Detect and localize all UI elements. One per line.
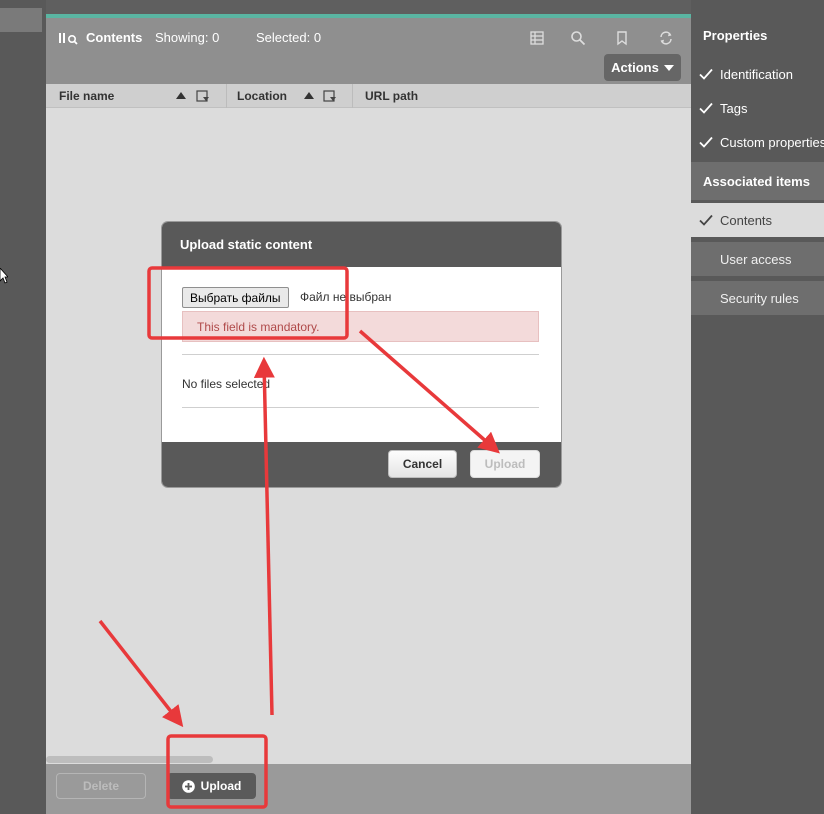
column-label: File name	[59, 89, 115, 103]
upload-button[interactable]: Upload	[167, 773, 256, 799]
column-divider[interactable]	[226, 84, 227, 108]
column-url-path[interactable]: URL path	[365, 84, 418, 108]
dialog-title: Upload static content	[180, 237, 313, 252]
delete-button[interactable]: Delete	[56, 773, 146, 799]
title-text: Contents	[86, 30, 143, 45]
dialog-body: Выбрать файлы Файл не выбран This field …	[162, 267, 561, 442]
left-panel	[0, 0, 46, 814]
sidebar-item-custom-properties[interactable]: Custom properties	[691, 125, 824, 159]
cancel-button[interactable]: Cancel	[388, 450, 457, 478]
choose-files-button[interactable]: Выбрать файлы	[182, 287, 289, 308]
sort-ascending-icon[interactable]	[304, 92, 314, 99]
properties-sidebar: Properties Identification Tags Custom pr…	[691, 0, 824, 814]
sidebar-item-identification[interactable]: Identification	[691, 57, 824, 91]
contents-header: Contents Showing: 0 Selected: 0 Actions	[46, 18, 691, 84]
divider	[182, 407, 539, 408]
footer-toolbar: Delete Upload	[46, 764, 691, 814]
sidebar-item-label: Security rules	[720, 290, 799, 306]
sidebar-item-contents[interactable]: Contents	[691, 203, 824, 237]
sidebar-item-tags[interactable]: Tags	[691, 91, 824, 125]
mouse-pointer-icon	[0, 268, 8, 284]
horizontal-scrollbar[interactable]	[46, 756, 213, 763]
column-location[interactable]: Location	[237, 84, 287, 108]
caret-down-icon	[663, 64, 674, 71]
delete-label: Delete	[82, 779, 120, 793]
sidebar-item-label: Contents	[720, 212, 773, 228]
dialog-footer: Cancel Upload	[162, 442, 561, 487]
associated-items-header: Associated items	[691, 162, 824, 200]
no-file-chosen-text: Файл не выбран	[300, 290, 392, 304]
refresh-icon[interactable]	[658, 30, 674, 46]
no-files-selected-text: No files selected	[182, 377, 271, 391]
choose-files-label: Выбрать файлы	[190, 290, 281, 305]
error-text: This field is mandatory.	[197, 319, 320, 334]
actions-label: Actions	[611, 60, 659, 75]
table-header: File name Location URL path	[46, 84, 691, 108]
cancel-label: Cancel	[402, 457, 443, 471]
column-file-name[interactable]: File name	[59, 84, 114, 108]
divider	[182, 354, 539, 355]
properties-header-label: Properties	[703, 27, 768, 43]
checkmark-icon	[699, 136, 713, 148]
validation-error: This field is mandatory.	[182, 311, 539, 342]
top-bar	[46, 0, 691, 14]
sidebar-item-label: Custom properties	[720, 134, 824, 150]
upload-label: Upload	[200, 779, 242, 793]
sidebar-item-user-access[interactable]: User access	[691, 242, 824, 276]
sort-ascending-icon[interactable]	[176, 92, 186, 99]
associated-header-label: Associated items	[703, 173, 810, 189]
column-label: Location	[237, 89, 287, 103]
upload-dialog: Upload static content Выбрать файлы Файл…	[162, 222, 561, 487]
dialog-upload-label: Upload	[484, 457, 526, 471]
sidebar-item-label: Identification	[720, 66, 793, 82]
plus-circle-icon	[181, 779, 195, 793]
column-label: URL path	[365, 89, 419, 103]
properties-header: Properties	[691, 18, 824, 52]
checkmark-icon	[699, 68, 713, 80]
checkmark-icon	[699, 102, 713, 114]
table-view-icon[interactable]	[529, 30, 545, 46]
sidebar-item-label: User access	[720, 251, 792, 267]
dialog-upload-button[interactable]: Upload	[470, 450, 540, 478]
actions-button[interactable]: Actions	[604, 54, 681, 81]
column-filter-icon[interactable]	[196, 90, 210, 103]
bookmark-icon[interactable]	[614, 30, 630, 46]
sidebar-item-label: Tags	[720, 100, 748, 116]
showing-count: Showing: 0	[155, 30, 220, 45]
column-filter-icon[interactable]	[323, 90, 337, 103]
library-search-icon	[59, 32, 78, 45]
search-icon[interactable]	[570, 30, 586, 46]
selected-count: Selected: 0	[256, 30, 322, 45]
column-divider[interactable]	[352, 84, 353, 108]
checkmark-icon	[699, 214, 713, 226]
sidebar-item-security-rules[interactable]: Security rules	[691, 281, 824, 315]
page-title: Contents	[58, 30, 142, 45]
left-panel-selected-row[interactable]	[0, 8, 42, 32]
dialog-header: Upload static content	[162, 222, 561, 267]
